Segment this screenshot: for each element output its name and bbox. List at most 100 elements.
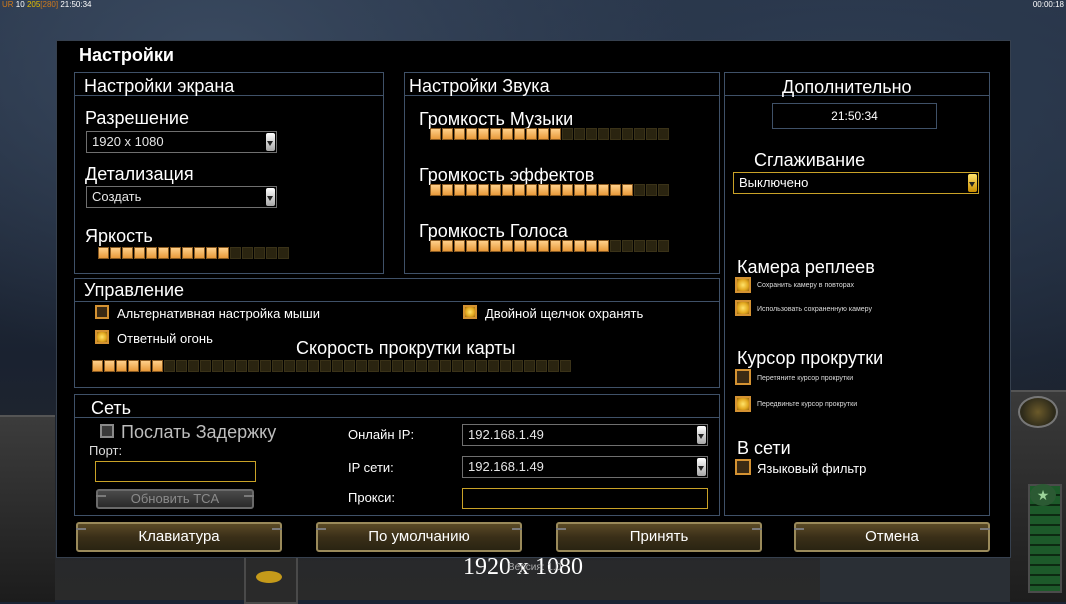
slider-segment[interactable] [502,184,513,196]
slider-segment[interactable] [646,128,657,140]
slider-segment[interactable] [488,360,499,372]
slider-segment[interactable] [454,184,465,196]
slider-segment[interactable] [598,184,609,196]
slider-segment[interactable] [478,128,489,140]
save-camera-checkbox[interactable] [735,277,751,293]
slider-segment[interactable] [278,247,289,259]
slider-segment[interactable] [416,360,427,372]
brightness-slider[interactable] [98,247,289,259]
slider-segment[interactable] [538,240,549,252]
defaults-button[interactable]: По умолчанию [316,522,522,552]
double-click-checkbox[interactable] [463,305,477,319]
chevron-down-icon[interactable] [266,133,275,151]
scroll-speed-slider[interactable] [92,360,571,372]
slider-segment[interactable] [634,240,645,252]
slider-segment[interactable] [610,184,621,196]
slider-segment[interactable] [164,360,175,372]
slider-segment[interactable] [550,128,561,140]
slider-segment[interactable] [646,240,657,252]
slider-segment[interactable] [170,247,181,259]
drag-cursor-checkbox[interactable] [735,369,751,385]
cancel-button[interactable]: Отмена [794,522,990,552]
proxy-input[interactable] [462,488,708,509]
slider-segment[interactable] [320,360,331,372]
slider-segment[interactable] [442,240,453,252]
slider-segment[interactable] [646,184,657,196]
slider-segment[interactable] [634,128,645,140]
slider-segment[interactable] [490,128,501,140]
chevron-down-icon[interactable] [697,426,706,444]
slider-segment[interactable] [658,240,669,252]
slider-segment[interactable] [526,128,537,140]
slider-segment[interactable] [140,360,151,372]
slider-segment[interactable] [574,184,585,196]
slider-segment[interactable] [176,360,187,372]
slider-segment[interactable] [536,360,547,372]
slider-segment[interactable] [598,128,609,140]
slider-segment[interactable] [622,128,633,140]
resolution-dropdown[interactable]: 1920 x 1080 [86,131,277,153]
antialias-dropdown[interactable]: Выключено [733,172,979,194]
chevron-down-icon[interactable] [968,174,977,192]
slider-segment[interactable] [464,360,475,372]
online-ip-dropdown[interactable]: 192.168.1.49 [462,424,708,446]
slider-segment[interactable] [574,128,585,140]
slider-segment[interactable] [550,240,561,252]
keyboard-button[interactable]: Клавиатура [76,522,282,552]
slider-segment[interactable] [574,240,585,252]
slider-segment[interactable] [380,360,391,372]
slider-segment[interactable] [500,360,511,372]
slider-segment[interactable] [442,184,453,196]
slider-segment[interactable] [658,128,669,140]
slider-segment[interactable] [430,184,441,196]
slider-segment[interactable] [452,360,463,372]
chevron-down-icon[interactable] [697,458,706,476]
slider-segment[interactable] [502,240,513,252]
slider-segment[interactable] [550,184,561,196]
slider-segment[interactable] [490,240,501,252]
slider-segment[interactable] [610,240,621,252]
slider-segment[interactable] [128,360,139,372]
slider-segment[interactable] [586,184,597,196]
slider-segment[interactable] [478,240,489,252]
use-saved-camera-checkbox[interactable] [735,300,751,316]
slider-segment[interactable] [260,360,271,372]
slider-segment[interactable] [188,360,199,372]
slider-segment[interactable] [440,360,451,372]
accept-button[interactable]: Принять [556,522,762,552]
slider-segment[interactable] [454,128,465,140]
slider-segment[interactable] [104,360,115,372]
slider-segment[interactable] [586,240,597,252]
slider-segment[interactable] [116,360,127,372]
voice-volume-slider[interactable] [430,240,669,252]
slider-segment[interactable] [428,360,439,372]
slider-segment[interactable] [490,184,501,196]
slider-segment[interactable] [248,360,259,372]
slider-segment[interactable] [206,247,217,259]
slider-segment[interactable] [586,128,597,140]
slider-segment[interactable] [466,128,477,140]
port-input[interactable] [95,461,256,482]
slider-segment[interactable] [478,184,489,196]
slider-segment[interactable] [92,360,103,372]
slider-segment[interactable] [308,360,319,372]
slider-segment[interactable] [634,184,645,196]
slider-segment[interactable] [514,128,525,140]
slider-segment[interactable] [430,240,441,252]
slider-segment[interactable] [548,360,559,372]
send-delay-checkbox[interactable] [100,424,114,438]
update-tca-button[interactable]: Обновить TCA [96,489,254,509]
slider-segment[interactable] [454,240,465,252]
detail-dropdown[interactable]: Создать [86,186,277,208]
slider-segment[interactable] [622,184,633,196]
lan-ip-dropdown[interactable]: 192.168.1.49 [462,456,708,478]
move-cursor-checkbox[interactable] [735,396,751,412]
slider-segment[interactable] [146,247,157,259]
slider-segment[interactable] [404,360,415,372]
slider-segment[interactable] [658,184,669,196]
slider-segment[interactable] [514,184,525,196]
slider-segment[interactable] [254,247,265,259]
slider-segment[interactable] [230,247,241,259]
slider-segment[interactable] [512,360,523,372]
slider-segment[interactable] [200,360,211,372]
